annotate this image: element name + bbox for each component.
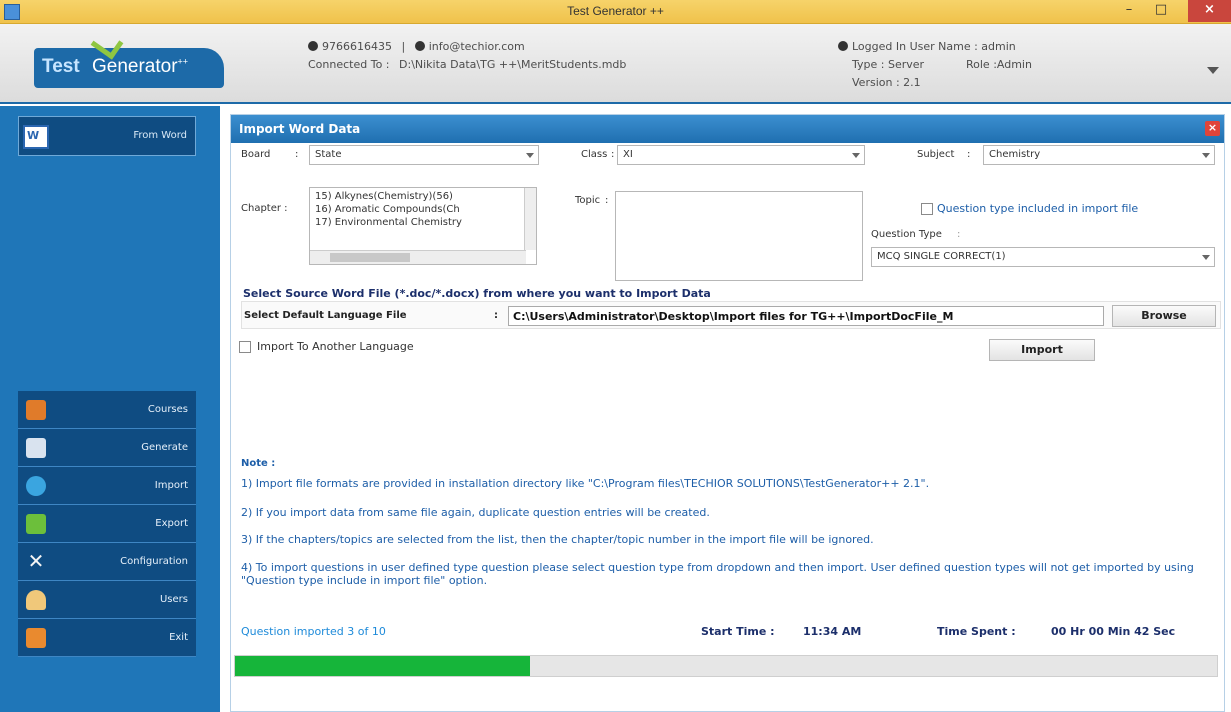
list-item[interactable]: 17) Environmental Chemistry <box>315 217 462 228</box>
horizontal-scrollbar[interactable] <box>310 250 526 264</box>
sidebar-item-label: Configuration <box>120 556 188 567</box>
sidebar-spacer <box>18 162 196 386</box>
source-file-row: Select Default Language File : C:\Users\… <box>241 301 1221 329</box>
title-bar: Test Generator ++ – □ × <box>0 0 1231 24</box>
close-window-button[interactable]: × <box>1188 0 1231 22</box>
note-item: 2) If you import data from same file aga… <box>241 506 710 519</box>
sidebar-menu: Courses Generate Import Export ✕ Configu… <box>18 391 196 657</box>
users-icon <box>26 590 46 610</box>
class-select[interactable]: XI <box>617 145 865 165</box>
configuration-icon: ✕ <box>27 549 45 573</box>
topic-list[interactable] <box>615 191 863 281</box>
vertical-scrollbar[interactable] <box>524 188 536 250</box>
topic-label: Topic <box>575 195 601 206</box>
subject-label: Subject <box>917 149 955 160</box>
sidebar-item-label: Import <box>154 480 188 491</box>
logo-check-icon <box>90 28 124 60</box>
panel-title: Import Word Data <box>239 122 361 136</box>
browse-button[interactable]: Browse <box>1112 305 1216 327</box>
import-button[interactable]: Import <box>989 339 1095 361</box>
default-language-label: Select Default Language File <box>244 310 407 321</box>
contact-info: 9766616435 | info@techior.com <box>308 40 525 53</box>
sidebar-item-exit[interactable]: Exit <box>18 619 196 657</box>
sidebar-item-from-word[interactable]: W From Word <box>18 116 196 156</box>
sidebar-item-label: From Word <box>133 130 187 141</box>
import-icon <box>26 476 46 496</box>
class-label: Class <box>581 149 608 160</box>
app-version: Version : 2.1 <box>852 76 921 89</box>
subject-select[interactable]: Chemistry <box>983 145 1215 165</box>
list-item[interactable]: 16) Aromatic Compounds(Ch <box>315 204 460 215</box>
board-select[interactable]: State <box>309 145 539 165</box>
email-address: info@techior.com <box>428 40 525 53</box>
sidebar-item-import[interactable]: Import <box>18 467 196 505</box>
time-spent-value: 00 Hr 00 Min 42 Sec <box>1051 625 1176 638</box>
chevron-down-icon <box>1202 153 1210 158</box>
file-path-input[interactable]: C:\Users\Administrator\Desktop\Import fi… <box>508 306 1104 326</box>
start-time-value: 11:34 AM <box>803 625 862 638</box>
import-another-language-label: Import To Another Language <box>257 340 414 353</box>
sidebar-item-courses[interactable]: Courses <box>18 391 196 429</box>
scrollbar-thumb[interactable] <box>330 253 410 262</box>
chevron-down-icon <box>526 153 534 158</box>
panel-header: Import Word Data × <box>231 115 1224 143</box>
logged-in-user: Logged In User Name : admin <box>838 40 1016 53</box>
import-status: Question imported 3 of 10 <box>241 625 386 638</box>
sidebar-item-label: Courses <box>147 404 188 415</box>
list-item[interactable]: 15) Alkynes(Chemistry)(56) <box>315 191 453 202</box>
exit-icon <box>26 628 46 648</box>
sidebar-item-label: Generate <box>141 442 188 453</box>
note-item: 4) To import questions in user defined t… <box>241 561 1194 587</box>
question-type-label: Question Type <box>871 229 942 240</box>
user-role: Role :Admin <box>966 58 1032 71</box>
minimize-button[interactable]: – <box>1114 0 1144 22</box>
question-type-select[interactable]: MCQ SINGLE CORRECT(1) <box>871 247 1215 267</box>
sidebar-item-label: Exit <box>169 632 188 643</box>
question-type-included-checkbox[interactable] <box>921 203 933 215</box>
maximize-button[interactable]: □ <box>1146 0 1176 22</box>
time-spent-label: Time Spent : <box>937 625 1016 638</box>
user-icon <box>838 41 848 51</box>
export-icon <box>26 514 46 534</box>
sidebar-item-label: Export <box>155 518 188 529</box>
sidebar-item-label: Users <box>159 594 188 605</box>
panel-close-icon[interactable]: × <box>1205 121 1220 136</box>
note-title: Note : <box>241 458 276 469</box>
sidebar-item-users[interactable]: Users <box>18 581 196 619</box>
chevron-down-icon <box>852 153 860 158</box>
board-label: Board <box>241 149 271 160</box>
note-item: 3) If the chapters/topics are selected f… <box>241 533 874 546</box>
logo-text-test: Test <box>42 56 80 77</box>
sidebar-item-generate[interactable]: Generate <box>18 429 196 467</box>
app-logo: Test Generator++ <box>34 28 224 88</box>
import-word-panel: Import Word Data × Board : State Class :… <box>230 114 1225 712</box>
import-progress-bar <box>234 655 1218 677</box>
window-title: Test Generator ++ <box>567 4 664 18</box>
chapter-label: Chapter : <box>241 203 288 214</box>
sidebar-item-configuration[interactable]: ✕ Configuration <box>18 543 196 581</box>
chapter-list[interactable]: 15) Alkynes(Chemistry)(56) 16) Aromatic … <box>309 187 537 265</box>
user-menu-chevron-icon[interactable] <box>1207 67 1219 74</box>
connected-path: D:\Nikita Data\TG ++\MeritStudents.mdb <box>399 58 627 71</box>
connection-info: Connected To : D:\Nikita Data\TG ++\Meri… <box>308 58 627 71</box>
phone-number: 9766616435 <box>322 40 392 53</box>
start-time-label: Start Time : <box>701 625 775 638</box>
courses-icon <box>26 400 46 420</box>
generate-icon <box>26 438 46 458</box>
word-icon: W <box>23 125 49 149</box>
logo-text-generator: Generator++ <box>92 56 189 77</box>
app-header: Test Generator++ 9766616435 | info@techi… <box>0 24 1231 104</box>
sidebar: W From Word Courses Generate Import Expo… <box>0 106 220 712</box>
user-type: Type : Server <box>852 58 925 71</box>
note-item: 1) Import file formats are provided in i… <box>241 477 930 490</box>
import-another-language-checkbox[interactable] <box>239 341 251 353</box>
sidebar-item-export[interactable]: Export <box>18 505 196 543</box>
email-icon <box>414 41 425 51</box>
progress-fill <box>235 656 530 676</box>
chevron-down-icon <box>1202 255 1210 260</box>
question-type-included-label: Question type included in import file <box>937 202 1139 215</box>
source-file-title: Select Source Word File (*.doc/*.docx) f… <box>243 287 711 300</box>
phone-icon <box>308 41 318 51</box>
